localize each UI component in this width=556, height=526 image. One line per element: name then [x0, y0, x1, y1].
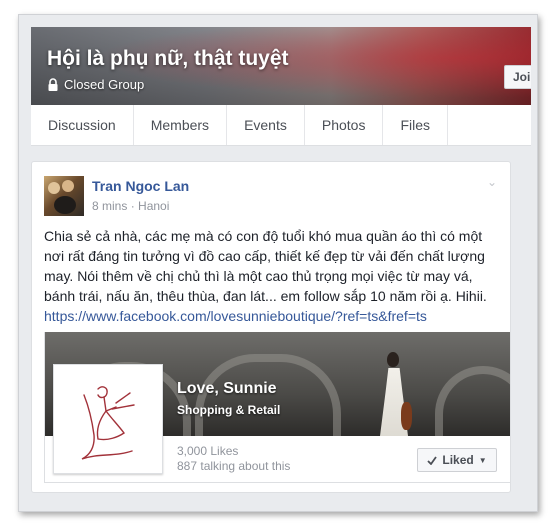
love-sunnie-logo [81, 386, 135, 460]
screenshot-frame: Hội là phụ nữ, thật tuyệt Closed Group J… [18, 14, 538, 512]
check-icon [427, 455, 438, 465]
post-body: Chia sẻ cả nhà, các mẹ mà có con độ tuổi… [44, 226, 502, 326]
tab-files[interactable]: Files [383, 105, 449, 145]
page-preview-card[interactable]: Love, Sunnie Shopping & Retail 3,000 Lik… [44, 332, 511, 483]
post-text: Chia sẻ cả nhà, các mẹ mà có con độ tuổi… [44, 228, 487, 304]
post-time[interactable]: 8 mins [92, 199, 127, 213]
join-group-button[interactable]: Joine [504, 65, 531, 89]
tab-discussion[interactable]: Discussion [31, 105, 134, 145]
caret-down-icon: ▼ [478, 455, 487, 465]
group-cover-photo: Hội là phụ nữ, thật tuyệt Closed Group J… [31, 27, 531, 105]
group-privacy: Closed Group [47, 77, 144, 92]
meta-separator: · [130, 199, 135, 213]
post-link[interactable]: https://www.facebook.com/lovesunniebouti… [44, 308, 427, 324]
avatar[interactable] [44, 176, 84, 216]
post-author[interactable]: Tran Ngoc Lan [92, 178, 189, 194]
page-name[interactable]: Love, Sunnie [177, 380, 277, 398]
chevron-down-icon[interactable]: ⌄ [484, 174, 500, 190]
lock-icon [48, 78, 58, 91]
tab-events[interactable]: Events [227, 105, 305, 145]
liked-button[interactable]: Liked ▼ [417, 448, 497, 472]
page-category: Shopping & Retail [177, 403, 281, 417]
post-meta: 8 mins · Hanoi [92, 199, 169, 213]
tab-members[interactable]: Members [134, 105, 228, 145]
page-stats: 3,000 Likes 887 talking about this [177, 444, 290, 474]
likes-count: 3,000 Likes [177, 444, 239, 458]
privacy-label: Closed Group [64, 77, 145, 92]
page-profile-picture[interactable] [53, 364, 163, 474]
liked-label: Liked [442, 453, 474, 467]
post-card: Tran Ngoc Lan 8 mins · Hanoi ⌄ Chia sẻ c… [31, 161, 511, 493]
group-title[interactable]: Hội là phụ nữ, thật tuyệt [47, 47, 289, 71]
tab-photos[interactable]: Photos [305, 105, 384, 145]
group-tabs: Discussion Members Events Photos Files [31, 105, 531, 146]
talking-count: 887 talking about this [177, 459, 291, 473]
post-location[interactable]: Hanoi [138, 199, 169, 213]
